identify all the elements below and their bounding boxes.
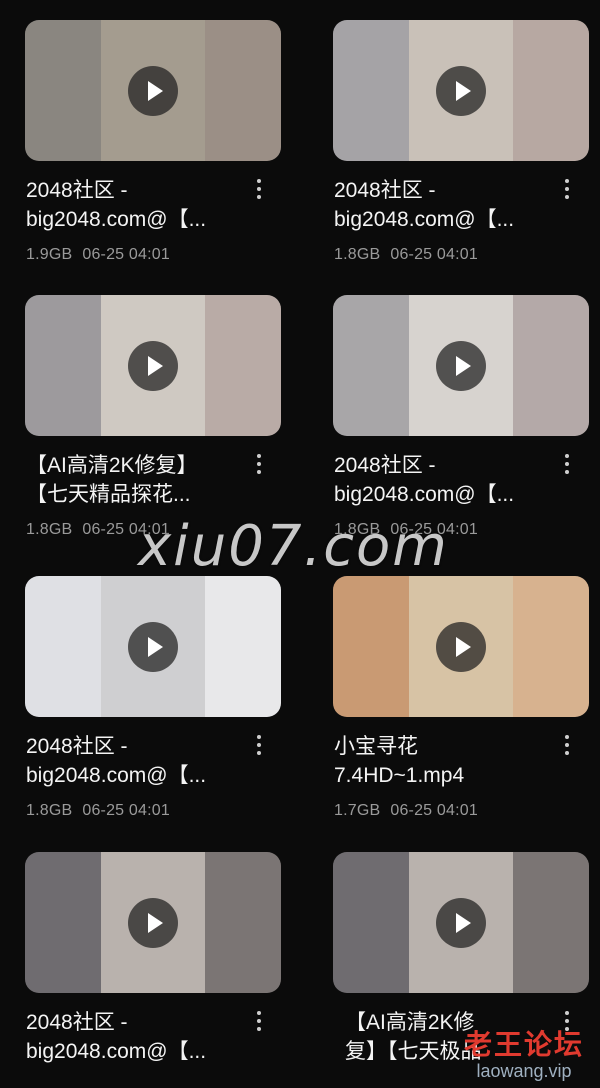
forum-logo-text: 老王论坛 [463, 1029, 584, 1060]
video-title-line: 2048社区 - [26, 179, 128, 202]
date-time: 06-25 04:01 [82, 802, 170, 819]
thumbnail-left-blur [333, 576, 409, 717]
video-title-line: big2048.com@【... [26, 1040, 207, 1063]
video-title-line: 2048社区 - [334, 179, 436, 202]
video-title[interactable]: 2048社区 - big2048.com@【... [334, 176, 549, 234]
file-size: 1.8GB [26, 802, 73, 819]
video-title-line: big2048.com@【... [334, 208, 515, 231]
forum-logo-watermark: 老王论坛 laowang.vip [464, 1023, 584, 1082]
video-thumbnail[interactable] [25, 852, 281, 993]
play-icon[interactable] [436, 897, 486, 948]
video-meta: 1.8GB 06-25 04:01 [334, 246, 478, 264]
video-thumbnail[interactable] [333, 576, 589, 717]
thumbnail-right-blur [205, 20, 281, 161]
date-time: 06-25 04:01 [390, 802, 478, 819]
date-time: 06-25 04:01 [82, 246, 170, 263]
play-icon[interactable] [436, 65, 486, 116]
video-title[interactable]: 2048社区 - big2048.com@【... [334, 451, 549, 509]
video-thumbnail[interactable] [25, 295, 281, 436]
video-title[interactable]: 2048社区 - big2048.com@【... [26, 1008, 241, 1066]
thumbnail-right-blur [205, 295, 281, 436]
video-title-line: 7.4HD~1.mp4 [334, 764, 465, 787]
video-title-line: 2048社区 - [26, 1011, 128, 1034]
video-title-line: 2048社区 - [334, 454, 436, 477]
video-title-line: 【七天精品探花... [26, 483, 191, 506]
play-icon[interactable] [436, 340, 486, 391]
thumbnail-left-blur [333, 295, 409, 436]
thumbnail-right-blur [513, 295, 589, 436]
video-title-line: big2048.com@【... [334, 483, 515, 506]
video-title-line: 2048社区 - [26, 735, 128, 758]
video-meta: 1.7GB 06-25 04:01 [334, 802, 478, 820]
play-icon[interactable] [436, 621, 486, 672]
more-vert-icon[interactable] [559, 735, 575, 763]
thumbnail-left-blur [25, 295, 101, 436]
file-size: 1.8GB [334, 246, 381, 263]
thumbnail-left-blur [25, 576, 101, 717]
video-title[interactable]: 2048社区 - big2048.com@【... [26, 176, 241, 234]
more-vert-icon[interactable] [559, 179, 575, 207]
more-vert-icon[interactable] [559, 454, 575, 482]
date-time: 06-25 04:01 [390, 246, 478, 263]
video-title[interactable]: 小宝寻花 7.4HD~1.mp4 [334, 732, 549, 790]
site-watermark: xiu07.com [138, 514, 449, 579]
play-icon[interactable] [128, 340, 178, 391]
video-thumbnail[interactable] [333, 295, 589, 436]
video-title-line: 小宝寻花 [334, 735, 418, 758]
video-thumbnail[interactable] [25, 20, 281, 161]
video-meta: 1.8GB 06-25 04:01 [26, 802, 170, 820]
video-thumbnail[interactable] [333, 20, 589, 161]
thumbnail-left-blur [333, 852, 409, 993]
more-vert-icon[interactable] [251, 735, 267, 763]
file-size: 1.7GB [334, 802, 381, 819]
play-icon[interactable] [128, 897, 178, 948]
thumbnail-left-blur [25, 852, 101, 993]
video-title-line: big2048.com@【... [26, 208, 207, 231]
video-title[interactable]: 2048社区 - big2048.com@【... [26, 732, 241, 790]
video-meta: 1.9GB 06-25 04:01 [26, 246, 170, 264]
more-vert-icon[interactable] [251, 454, 267, 482]
video-thumbnail[interactable] [333, 852, 589, 993]
thumbnail-left-blur [333, 20, 409, 161]
thumbnail-right-blur [513, 576, 589, 717]
thumbnail-right-blur [205, 576, 281, 717]
video-thumbnail[interactable] [25, 576, 281, 717]
thumbnail-right-blur [513, 20, 589, 161]
more-vert-icon[interactable] [251, 1011, 267, 1039]
thumbnail-right-blur [513, 852, 589, 993]
file-size: 1.8GB [26, 521, 73, 538]
thumbnail-right-blur [205, 852, 281, 993]
more-vert-icon[interactable] [251, 179, 267, 207]
video-title[interactable]: 【AI高清2K修复】 【七天精品探花... [26, 451, 241, 509]
file-size: 1.9GB [26, 246, 73, 263]
play-icon[interactable] [128, 621, 178, 672]
video-title-line: big2048.com@【... [26, 764, 207, 787]
video-title-line: 【AI高清2K修复】 [26, 454, 198, 477]
play-icon[interactable] [128, 65, 178, 116]
forum-logo-url: laowang.vip [476, 1061, 572, 1081]
thumbnail-left-blur [25, 20, 101, 161]
